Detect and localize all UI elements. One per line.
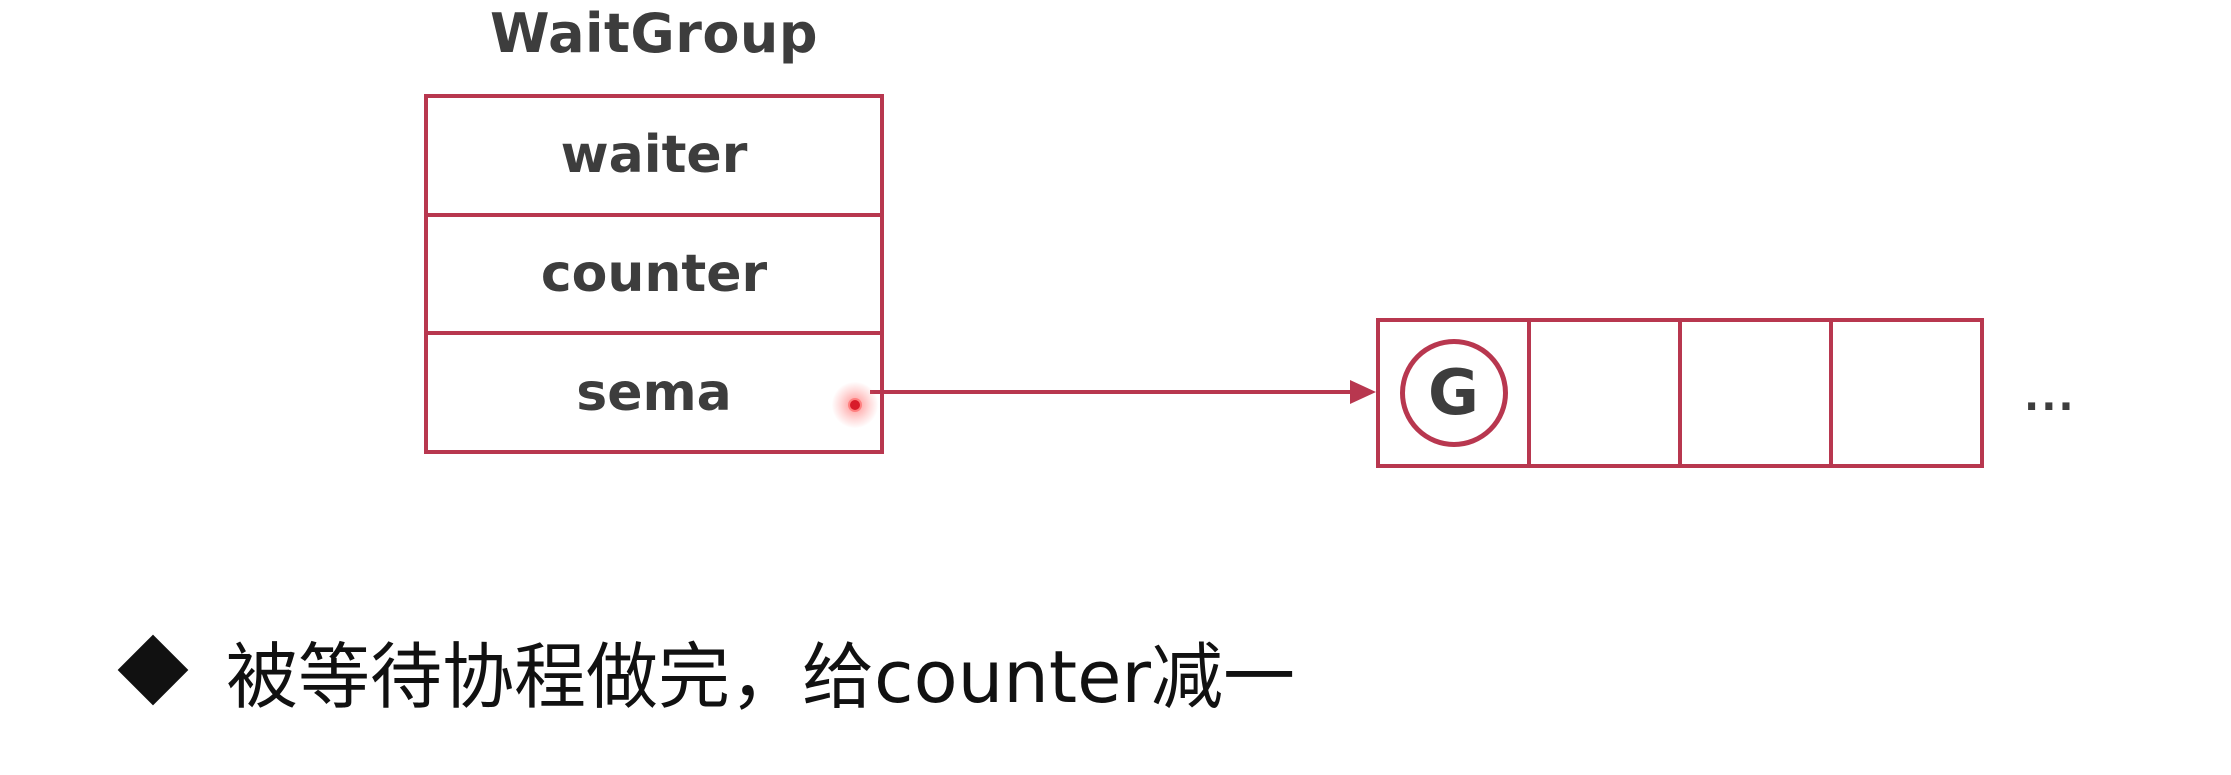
queue-cell-3 [1682,322,1833,464]
field-waiter: waiter [428,98,880,217]
bullet-point: 被等待协程做完，给counter减一 [116,620,1295,720]
queue-cell-2 [1531,322,1682,464]
queue-cell-4 [1833,322,1980,464]
waitgroup-struct: waiter counter sema [424,94,884,454]
waitgroup-title: WaitGroup [489,2,819,65]
field-sema: sema [576,362,732,423]
goroutine-circle: G [1399,339,1508,447]
pointer-dot [848,398,862,412]
bullet-text: 被等待协程做完，给counter减一 [226,634,1296,719]
semaphore-queue: G [1376,318,1984,468]
queue-cell-1: G [1380,322,1531,464]
arrow-head [1350,380,1376,404]
diagram-canvas: WaitGroup waiter counter sema G ... 被等待协… [0,0,2231,775]
diamond-bullet-icon [117,634,189,706]
field-counter: counter [428,217,880,336]
queue-ellipsis: ... [2024,374,2076,420]
